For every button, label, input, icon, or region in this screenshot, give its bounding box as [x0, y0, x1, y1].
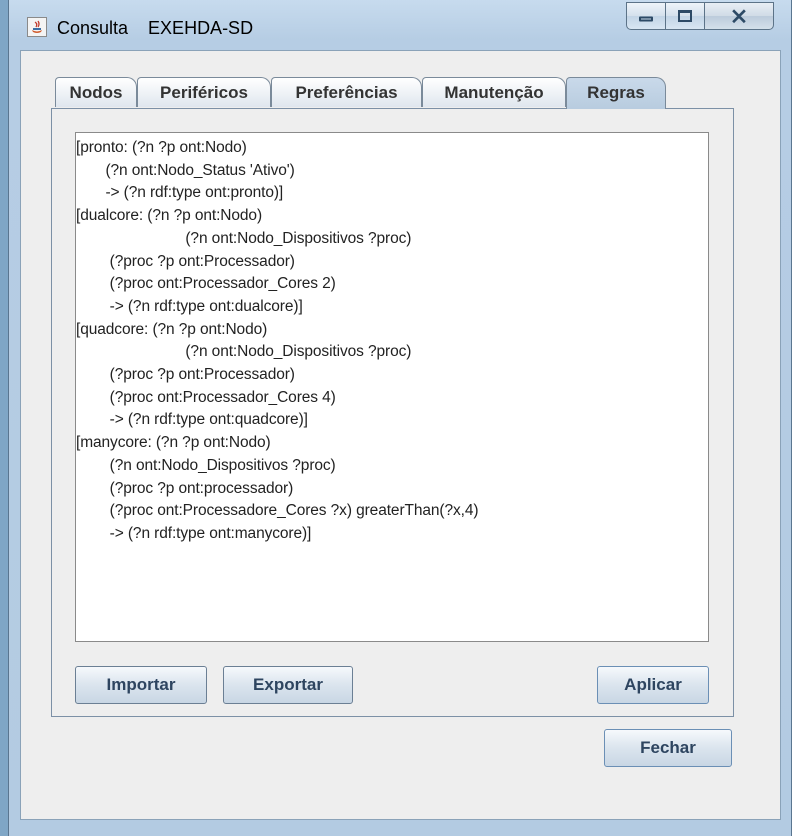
rule-line: (?n ont:Nodo_Dispositivos ?proc) [76, 229, 412, 247]
rule-line: (?proc ont:Processadore_Cores ?x) greate… [76, 502, 479, 520]
tab-regras[interactable]: Regras [566, 77, 666, 109]
tab-preferencias[interactable]: Preferências [271, 77, 422, 107]
apply-button[interactable]: Aplicar [597, 666, 709, 704]
maximize-button[interactable] [665, 2, 705, 30]
client-area: Nodos Periféricos Preferências Manutençã… [20, 50, 781, 820]
import-button[interactable]: Importar [75, 666, 207, 704]
close-icon: ⨯ [729, 3, 749, 28]
rule-line: (?proc ont:Processador_Cores 4) [76, 388, 336, 406]
rule-line: (?n ont:Nodo_Dispositivos ?proc) [76, 343, 412, 361]
rule-line: [pronto: (?n ?p ont:Nodo) [76, 139, 247, 156]
rule-line: [quadcore: (?n ?p ont:Nodo) [76, 320, 268, 338]
rule-line: [dualcore: (?n ?p ont:Nodo) [76, 207, 263, 225]
rule-line: (?n ont:Nodo_Dispositivos ?proc) [76, 456, 336, 474]
rule-line: -> (?n rdf:type ont:pronto)] [76, 184, 284, 202]
rule-line: (?proc ont:Processador_Cores 2) [76, 275, 336, 293]
application-window: Consulta EXEHDA-SD ⨯ Nodos Periféricos P… [8, 0, 792, 836]
tab-nodos[interactable]: Nodos [55, 77, 137, 107]
title-bar[interactable]: Consulta EXEHDA-SD ⨯ [9, 0, 791, 48]
rule-line: -> (?n rdf:type ont:dualcore)] [76, 297, 303, 315]
rule-line: (?proc ?p ont:Processador) [76, 252, 295, 270]
window-title: Consulta EXEHDA-SD [57, 18, 254, 38]
tab-manutencao[interactable]: Manutenção [422, 77, 566, 107]
close-button[interactable]: Fechar [604, 729, 732, 767]
rule-line: (?proc ?p ont:processador) [76, 479, 294, 497]
maximize-icon [678, 10, 692, 22]
java-app-icon [27, 17, 47, 37]
close-window-button[interactable]: ⨯ [704, 2, 774, 30]
minimize-button[interactable] [626, 2, 666, 30]
rule-line: (?n ont:Nodo_Status 'Ativo') [76, 161, 295, 179]
minimize-icon [639, 16, 653, 22]
rules-textarea[interactable]: [pronto: (?n ?p ont:Nodo) (?n ont:Nodo_S… [75, 132, 709, 642]
rule-line: -> (?n rdf:type ont:manycore)] [76, 524, 312, 542]
export-button[interactable]: Exportar [223, 666, 353, 704]
regras-panel: [pronto: (?n ?p ont:Nodo) (?n ont:Nodo_S… [51, 108, 734, 717]
rule-line: [manycore: (?n ?p ont:Nodo) [76, 434, 271, 452]
rule-line: (?proc ?p ont:Processador) [76, 366, 295, 384]
rule-line: -> (?n rdf:type ont:quadcore)] [76, 411, 308, 429]
tab-perifericos[interactable]: Periféricos [137, 77, 271, 107]
